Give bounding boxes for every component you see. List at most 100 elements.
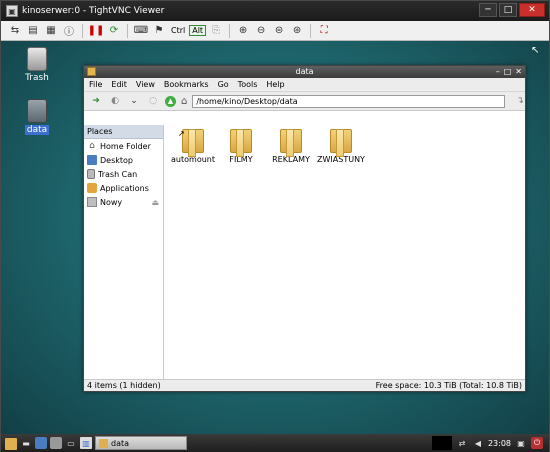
location-input[interactable] (192, 94, 506, 108)
menu-go[interactable]: Go (218, 80, 229, 89)
vnc-app-icon: ▣ (6, 5, 18, 17)
symlink-arrow-icon: ↗ (178, 129, 185, 138)
folder-item[interactable]: FILMY (216, 129, 266, 164)
save-icon[interactable]: ▤ (25, 23, 41, 39)
places-sidebar: Places ⌂ Home Folder Desktop Trash Can A… (84, 125, 164, 379)
place-applications[interactable]: Applications (84, 181, 163, 195)
navigation-toolbar: ➜ ◐ ⌄ ◌ ▲ ⌂ ↴ (84, 92, 525, 111)
show-desktop-icon[interactable] (50, 437, 62, 449)
vnc-title: kinoserwer:0 - TightVNC Viewer (22, 6, 165, 16)
vnc-titlebar[interactable]: ▣ kinoserwer:0 - TightVNC Viewer ─ □ ✕ (1, 1, 549, 21)
vnc-toolbar: ⇆ ▤ ▦ ⓘ ❚❚ ⟳ ⌨ ⚑ Ctrl Alt ⎘ ⊕ ⊖ ⊜ ⊛ ⛶ (1, 21, 549, 41)
folder-view: ↗ automount FILMY REKLAMY ZWIASTUNY (164, 125, 525, 379)
workspace-icon[interactable]: ▭ (65, 437, 77, 449)
mouse-cursor-icon: ↖ (531, 45, 540, 56)
trash-icon (27, 47, 47, 71)
place-home-folder[interactable]: ⌂ Home Folder (84, 139, 163, 153)
menu-tools[interactable]: Tools (238, 80, 258, 89)
close-icon[interactable]: ✕ (515, 66, 522, 78)
drive-icon (27, 99, 47, 123)
folder-icon (280, 129, 302, 157)
place-label: Trash Can (98, 169, 138, 179)
zoom-100-icon[interactable]: ⊜ (271, 23, 287, 39)
forward-arrow-icon[interactable]: ◐ (108, 94, 122, 108)
toolbar-separator (127, 23, 128, 38)
places-header: Places (84, 125, 163, 139)
status-free-space: Free space: 10.3 TiB (Total: 10.8 TiB) (375, 381, 522, 390)
place-label: Nowy (100, 197, 123, 207)
clock[interactable]: 23:08 (488, 439, 511, 448)
trash-icon (87, 169, 95, 179)
file-manager-window-controls: – □ ✕ (496, 66, 522, 78)
ctrl-key-button[interactable]: Ctrl (169, 26, 187, 35)
file-manager-launcher-icon[interactable] (35, 437, 47, 449)
zoom-fit-icon[interactable]: ⊛ (289, 23, 305, 39)
info-icon[interactable]: ⓘ (61, 23, 77, 39)
place-nowy[interactable]: Nowy ⏏ (84, 195, 163, 209)
tray-applet[interactable] (431, 436, 452, 450)
power-icon[interactable]: ⏻ (531, 437, 543, 449)
desktop-icon-label: data (24, 125, 50, 135)
folder-icon (230, 129, 252, 157)
status-bar: 4 items (1 hidden) Free space: 10.3 TiB … (84, 379, 525, 391)
place-trash-can[interactable]: Trash Can (84, 167, 163, 181)
taskbar-window-label: data (111, 438, 130, 448)
terminal-icon[interactable]: ▬ (20, 437, 32, 449)
minimize-icon[interactable]: – (496, 66, 500, 78)
maximize-button[interactable]: □ (499, 3, 517, 17)
refresh-icon[interactable]: ⟳ (106, 23, 122, 39)
maximize-icon[interactable]: □ (504, 66, 512, 78)
chevron-down-icon[interactable]: ⌄ (127, 94, 141, 108)
back-arrow-icon[interactable]: ➜ (89, 94, 103, 108)
menu-help[interactable]: Help (266, 80, 284, 89)
toolbar-separator (229, 23, 231, 38)
file-manager-title: data (295, 67, 314, 76)
home-icon[interactable]: ⌂ (181, 96, 187, 107)
menu-view[interactable]: View (136, 80, 155, 89)
new-connection-icon[interactable]: ⇆ (7, 23, 23, 39)
workspace-switcher-icon[interactable]: ▥ (80, 437, 92, 449)
go-icon[interactable]: ↴ (516, 96, 524, 106)
taskbar: ⛰ ▬ ▭ ▥ data ⇄ ◀ 23:08 ▣ ⏻ (1, 434, 549, 452)
folder-item[interactable]: REKLAMY (266, 129, 316, 164)
eject-icon[interactable]: ⏏ (151, 198, 159, 207)
folder-icon: ↗ (178, 129, 204, 157)
desktop-icon-trash[interactable]: Trash (17, 47, 57, 83)
toolbar-separator (310, 23, 312, 38)
minimize-button[interactable]: ─ (479, 3, 497, 17)
menu-edit[interactable]: Edit (111, 80, 127, 89)
up-arrow-icon[interactable]: ▲ (165, 95, 176, 107)
menu-file[interactable]: File (89, 80, 102, 89)
folder-item[interactable]: ↗ automount (168, 129, 218, 164)
network-icon[interactable]: ⇄ (456, 437, 468, 449)
file-manager-window: data – □ ✕ File Edit View Bookmarks Go T… (83, 65, 526, 392)
place-label: Desktop (100, 155, 133, 165)
fullscreen-icon[interactable]: ⛶ (316, 23, 332, 39)
folder-icon (330, 129, 352, 157)
clipboard-icon[interactable]: ⎘ (208, 23, 224, 39)
folder-icon (99, 438, 108, 448)
place-label: Applications (100, 183, 149, 193)
zoom-out-icon[interactable]: ⊖ (253, 23, 269, 39)
folder-item[interactable]: ZWIASTUNY (316, 129, 366, 164)
zoom-in-icon[interactable]: ⊕ (235, 23, 251, 39)
menu-bookmarks[interactable]: Bookmarks (164, 80, 209, 89)
alt-key-button[interactable]: Alt (189, 25, 207, 36)
folder-icon[interactable] (5, 438, 17, 450)
desktop-icon-data[interactable]: data (17, 99, 57, 135)
lock-screen-icon[interactable]: ▣ (515, 437, 527, 449)
pause-icon[interactable]: ❚❚ (88, 23, 105, 39)
file-manager-titlebar[interactable]: data – □ ✕ (84, 66, 525, 78)
stop-icon[interactable]: ◌ (146, 94, 160, 108)
desktop-icon (87, 155, 97, 165)
options-icon[interactable]: ▦ (43, 23, 59, 39)
toolbar-separator (82, 23, 83, 38)
desktop-icon-label: Trash (25, 73, 49, 83)
ctrl-alt-del-icon[interactable]: ⌨ (133, 23, 149, 39)
close-button[interactable]: ✕ (519, 3, 545, 17)
win-key-icon[interactable]: ⚑ (151, 23, 167, 39)
place-label: Home Folder (100, 141, 151, 151)
volume-icon[interactable]: ◀ (472, 437, 484, 449)
place-desktop[interactable]: Desktop (84, 153, 163, 167)
taskbar-window-button[interactable]: data (95, 436, 187, 450)
